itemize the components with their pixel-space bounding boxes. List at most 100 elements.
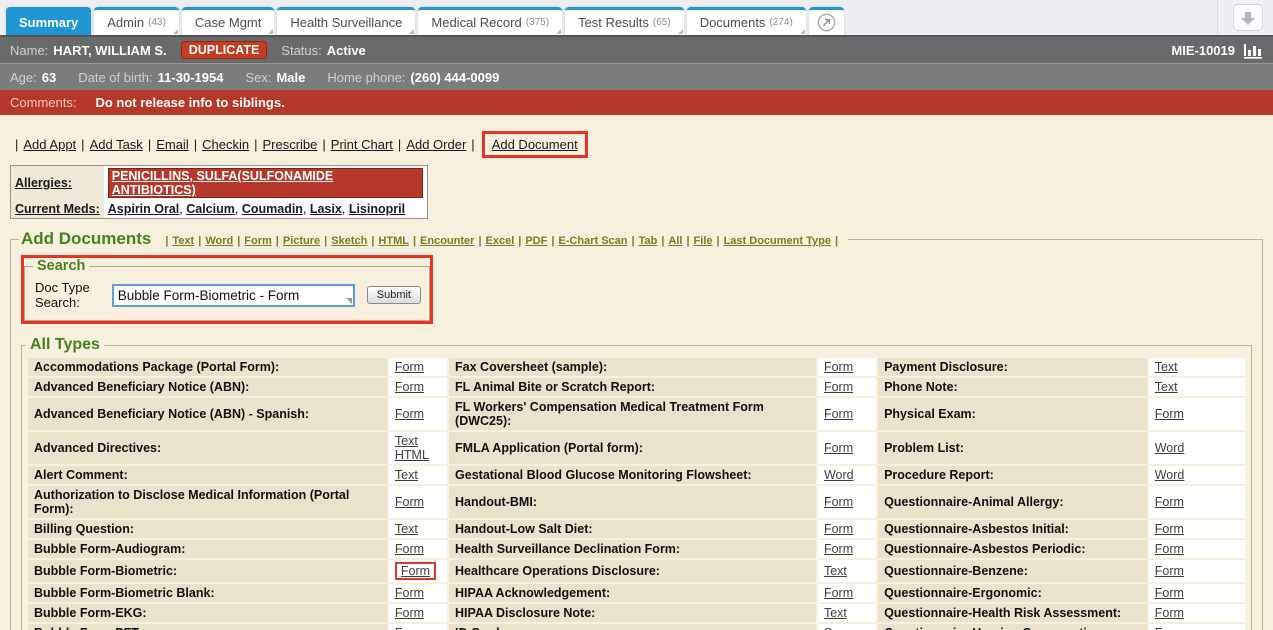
doc-format-link-bubble-form-pft-form[interactable]: Form <box>395 626 424 630</box>
doc-format-link-phone-note-text[interactable]: Text <box>1155 380 1178 394</box>
chart-stats-icon[interactable] <box>1243 42 1263 59</box>
format-link-file[interactable]: File <box>694 235 713 247</box>
doc-format-link-advanced-beneficiary-notice-abn-spanish-form[interactable]: Form <box>395 407 424 421</box>
doc-format-link-problem-list-word[interactable]: Word <box>1155 441 1185 455</box>
tab-health-surveillance[interactable]: Health Surveillance <box>277 7 415 35</box>
doc-type-link-cell: Form <box>1149 604 1245 622</box>
format-link-e-chart-scan[interactable]: E-Chart Scan <box>558 235 627 247</box>
doc-type-name: Billing Question: <box>28 520 387 538</box>
doc-format-link-physical-exam-form[interactable]: Form <box>1155 407 1184 421</box>
doc-type-link-cell: Form <box>389 624 447 630</box>
doc-format-link-advanced-directives-text[interactable]: Text <box>395 434 418 448</box>
patient-mrn: MIE-10019 <box>1171 43 1235 58</box>
tabs-list: SummaryAdmin(43)Case Mgmt Health Surveill… <box>6 7 806 35</box>
action-link-add-task[interactable]: Add Task <box>90 137 143 152</box>
doc-format-link-accommodations-package-portal-form-form[interactable]: Form <box>395 360 424 374</box>
tab-summary[interactable]: Summary <box>6 7 91 35</box>
allergies-value-cell: PENICILLINS, SULFA(SULFONAMIDE ANTIBIOTI… <box>104 166 427 200</box>
doc-format-link-bubble-form-biometric-form[interactable]: Form <box>401 564 430 578</box>
tab-documents[interactable]: Documents(274) <box>687 7 806 35</box>
doc-type-name: Advanced Beneficiary Notice (ABN) - Span… <box>28 398 387 430</box>
separator: | <box>518 235 521 247</box>
doc-format-link-procedure-report-word[interactable]: Word <box>1155 468 1185 482</box>
doc-format-link-fmla-application-portal-form-form[interactable]: Form <box>824 441 853 455</box>
med-link-aspirin-oral[interactable]: Aspirin Oral <box>108 202 180 216</box>
current-meds-link[interactable]: Current Meds: <box>15 202 100 216</box>
doc-format-link-fax-coversheet-sample-form[interactable]: Form <box>824 360 853 374</box>
action-link-add-appt[interactable]: Add Appt <box>23 137 76 152</box>
med-link-lasix[interactable]: Lasix <box>310 202 342 216</box>
format-link-html[interactable]: HTML <box>378 235 409 247</box>
action-link-print-chart[interactable]: Print Chart <box>331 137 393 152</box>
doc-format-link-healthcare-operations-disclosure-text[interactable]: Text <box>824 564 847 578</box>
duplicate-badge[interactable]: DUPLICATE <box>181 41 268 59</box>
doc-format-link-alert-comment-text[interactable]: Text <box>395 468 418 482</box>
format-link-pdf[interactable]: PDF <box>525 235 547 247</box>
doc-format-link-gestational-blood-glucose-monitoring-flowsheet-word[interactable]: Word <box>824 468 854 482</box>
doc-format-link-hipaa-disclosure-note-text[interactable]: Text <box>824 606 847 620</box>
doc-type-link-cell: Form <box>818 378 876 396</box>
doc-format-link-questionnaire-benzene-form[interactable]: Form <box>1155 564 1184 578</box>
doc-format-link-fl-animal-bite-or-scratch-report-form[interactable]: Form <box>824 380 853 394</box>
doc-format-link-billing-question-text[interactable]: Text <box>395 522 418 536</box>
format-link-tab[interactable]: Tab <box>639 235 658 247</box>
separator: | <box>398 137 401 152</box>
collapse-header-button[interactable] <box>1233 4 1263 31</box>
submit-button[interactable]: Submit <box>367 286 421 304</box>
format-link-text[interactable]: Text <box>172 235 194 247</box>
doc-format-link-advanced-beneficiary-notice-abn-form[interactable]: Form <box>395 380 424 394</box>
doc-format-link-questionnaire-health-risk-assessment-form[interactable]: Form <box>1155 606 1184 620</box>
doc-format-link-bubble-form-audiogram-form[interactable]: Form <box>395 542 424 556</box>
action-link-add-order[interactable]: Add Order <box>406 137 466 152</box>
table-row: Bubble Form-Audiogram:FormHealth Surveil… <box>28 540 1245 558</box>
allergies-link[interactable]: Allergies: <box>15 176 72 190</box>
format-link-form[interactable]: Form <box>244 235 272 247</box>
med-link-lisinopril[interactable]: Lisinopril <box>349 202 405 216</box>
doc-format-link-questionnaire-ergonomic-form[interactable]: Form <box>1155 586 1184 600</box>
doc-format-link-fl-workers-compensation-medical-treatment-form-dwc25-form[interactable]: Form <box>824 407 853 421</box>
format-link-sketch[interactable]: Sketch <box>331 235 367 247</box>
tab-admin[interactable]: Admin(43) <box>94 7 179 35</box>
doc-type-link-cell: Text <box>818 560 876 582</box>
med-link-calcium[interactable]: Calcium <box>186 202 235 216</box>
tab-medical-record[interactable]: Medical Record(375) <box>418 7 562 35</box>
format-link-picture[interactable]: Picture <box>283 235 320 247</box>
doc-type-link-cell: Form <box>818 520 876 538</box>
tab-label: Health Surveillance <box>290 15 402 30</box>
tab-count: (375) <box>526 17 549 28</box>
dob-label: Date of birth: <box>78 70 152 85</box>
doc-format-link-health-surveillance-declination-form-form[interactable]: Form <box>824 542 853 556</box>
open-new-window-button[interactable] <box>809 7 844 35</box>
doc-format-link-bubble-form-ekg-form[interactable]: Form <box>395 606 424 620</box>
doc-format-link-hipaa-acknowledgement-form[interactable]: Form <box>824 586 853 600</box>
format-link-excel[interactable]: Excel <box>486 235 515 247</box>
doc-format-link-questionnaire-asbestos-periodic-form[interactable]: Form <box>1155 542 1184 556</box>
med-link-coumadin[interactable]: Coumadin <box>242 202 303 216</box>
format-link-encounter[interactable]: Encounter <box>420 235 474 247</box>
format-link-all[interactable]: All <box>668 235 682 247</box>
action-link-prescribe[interactable]: Prescribe <box>262 137 317 152</box>
doc-format-link-questionnaire-asbestos-initial-form[interactable]: Form <box>1155 522 1184 536</box>
doc-format-link-questionnaire-hearing-conservation-form[interactable]: Form <box>1155 626 1184 630</box>
doc-type-search-input[interactable] <box>112 284 355 307</box>
doc-format-link-bubble-form-biometric-blank-form[interactable]: Form <box>395 586 424 600</box>
allergy-alert-link[interactable]: PENICILLINS, SULFA(SULFONAMIDE ANTIBIOTI… <box>108 168 423 198</box>
action-link-add-document[interactable]: Add Document <box>492 137 578 152</box>
action-link-checkin[interactable]: Checkin <box>202 137 249 152</box>
format-link-last-document-type[interactable]: Last Document Type <box>724 235 831 247</box>
doc-type-name: Healthcare Operations Disclosure: <box>449 560 816 582</box>
tab-dropdown-notch-icon <box>268 29 273 34</box>
doc-format-link-authorization-to-disclose-medical-information-portal-form-form[interactable]: Form <box>395 495 424 509</box>
doc-type-name: Bubble Form-Biometric Blank: <box>28 584 387 602</box>
doc-format-link-id-card-scan[interactable]: Scan <box>824 626 853 630</box>
doc-format-link-questionnaire-animal-allergy-form[interactable]: Form <box>1155 495 1184 509</box>
tab-test-results[interactable]: Test Results(65) <box>565 7 684 35</box>
table-row: Advanced Directives:TextHTMLFMLA Applica… <box>28 432 1245 464</box>
doc-format-link-handout-low-salt-diet-form[interactable]: Form <box>824 522 853 536</box>
doc-format-link-handout-bmi-form[interactable]: Form <box>824 495 853 509</box>
action-link-email[interactable]: Email <box>156 137 189 152</box>
format-link-word[interactable]: Word <box>205 235 233 247</box>
doc-format-link-payment-disclosure-text[interactable]: Text <box>1155 360 1178 374</box>
doc-format-link-advanced-directives-html[interactable]: HTML <box>395 448 429 462</box>
tab-case-mgmt[interactable]: Case Mgmt <box>182 7 274 35</box>
